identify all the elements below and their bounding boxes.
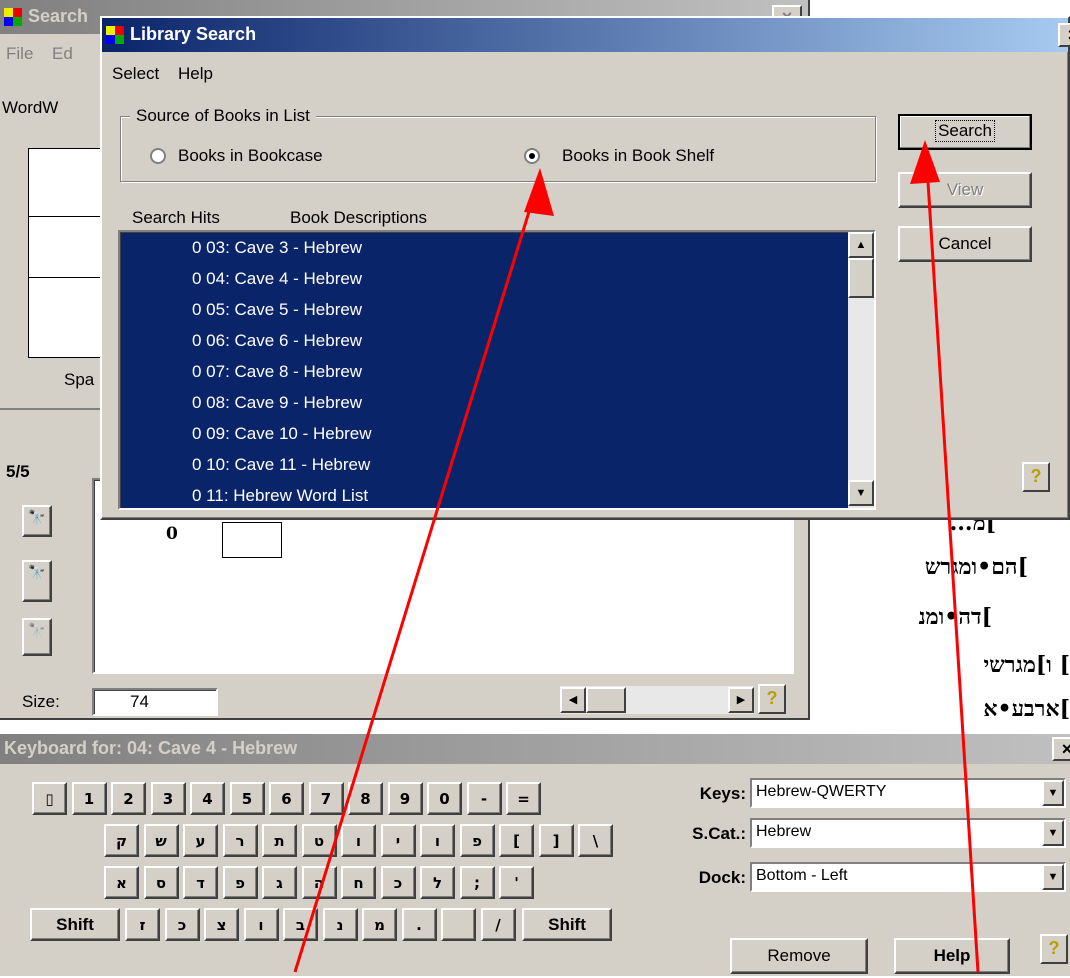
arrowhead-bookshelf-icon — [524, 168, 554, 216]
annotation-arrows — [293, 140, 980, 973]
arrow-line-bookshelf — [293, 175, 542, 973]
arrowhead-search-icon — [910, 140, 940, 184]
arrow-line-search — [924, 149, 980, 973]
